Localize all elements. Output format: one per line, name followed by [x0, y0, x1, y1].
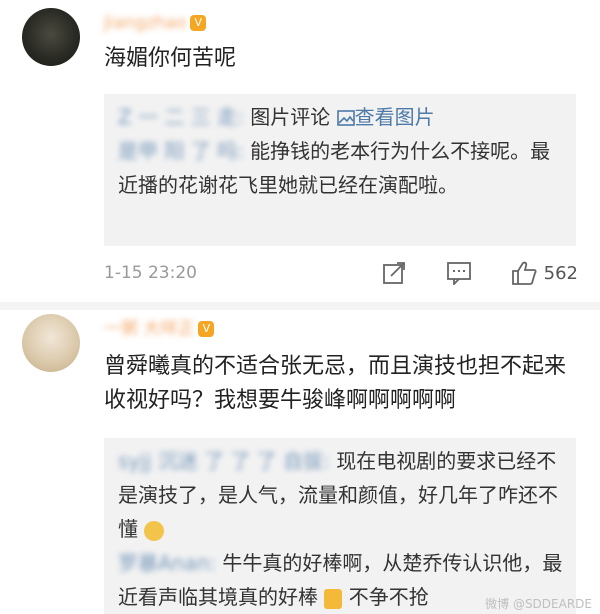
like-count: 562 [543, 262, 578, 284]
username[interactable]: Jiangzhao V [104, 12, 207, 34]
watermark: 微博 @SDDEARDE [485, 597, 592, 611]
comment-text: 海媚你何苦呢 [104, 46, 237, 71]
action-bar: 562 [382, 260, 578, 286]
reply-author[interactable]: 罗暴Anan: [118, 551, 216, 575]
share-icon[interactable] [382, 261, 408, 285]
reply-text-tail: 不争不抢 [348, 585, 429, 609]
vip-badge-icon: V [198, 321, 215, 337]
like-button[interactable]: 562 [510, 260, 578, 286]
vip-badge-icon: V [190, 15, 207, 31]
reply-2: 是甲 阳 了 吗: 能挣钱的老本行为什么不接呢。最近播的花谢花飞里她就已经在演配… [118, 134, 564, 202]
emoji-icon [144, 520, 165, 541]
avatar[interactable] [22, 314, 80, 372]
reply-author[interactable]: syjj 沉迷 了 了 了 自拔: [118, 449, 330, 473]
reply-box[interactable]: syjj 沉迷 了 了 了 自拔: 现在电视剧的要求已经不是演技了，是人气，流量… [104, 438, 576, 614]
reply-author[interactable]: 是甲 阳 了 吗: [118, 139, 244, 163]
username[interactable]: 一粥 大咩正 V [104, 318, 215, 340]
timestamp: 1-15 23:20 [104, 263, 197, 283]
image-comment-label: 图片评论 [250, 105, 331, 129]
avatar[interactable] [22, 8, 80, 66]
view-image-link[interactable]: 查看图片 [336, 105, 435, 129]
reply-1: Z 一 二 三 走: 图片评论 查看图片 [118, 100, 564, 134]
comment-text: 曾舜曦真的不适合张无忌，而且演技也担不起来收视好吗？我想要牛骏峰啊啊啊啊啊 [104, 354, 567, 413]
image-icon [336, 110, 355, 126]
reply-author[interactable]: Z 一 二 三 走: [118, 105, 244, 129]
thumbs-up-emoji-icon [324, 588, 343, 609]
comment-icon[interactable] [446, 261, 472, 285]
reply-1: syjj 沉迷 了 了 了 自拔: 现在电视剧的要求已经不是演技了，是人气，流量… [118, 444, 564, 546]
thumb-up-icon [511, 261, 537, 285]
reply-box[interactable]: Z 一 二 三 走: 图片评论 查看图片 是甲 阳 了 吗: 能挣钱的老本行为什… [104, 94, 576, 246]
divider [0, 302, 600, 310]
